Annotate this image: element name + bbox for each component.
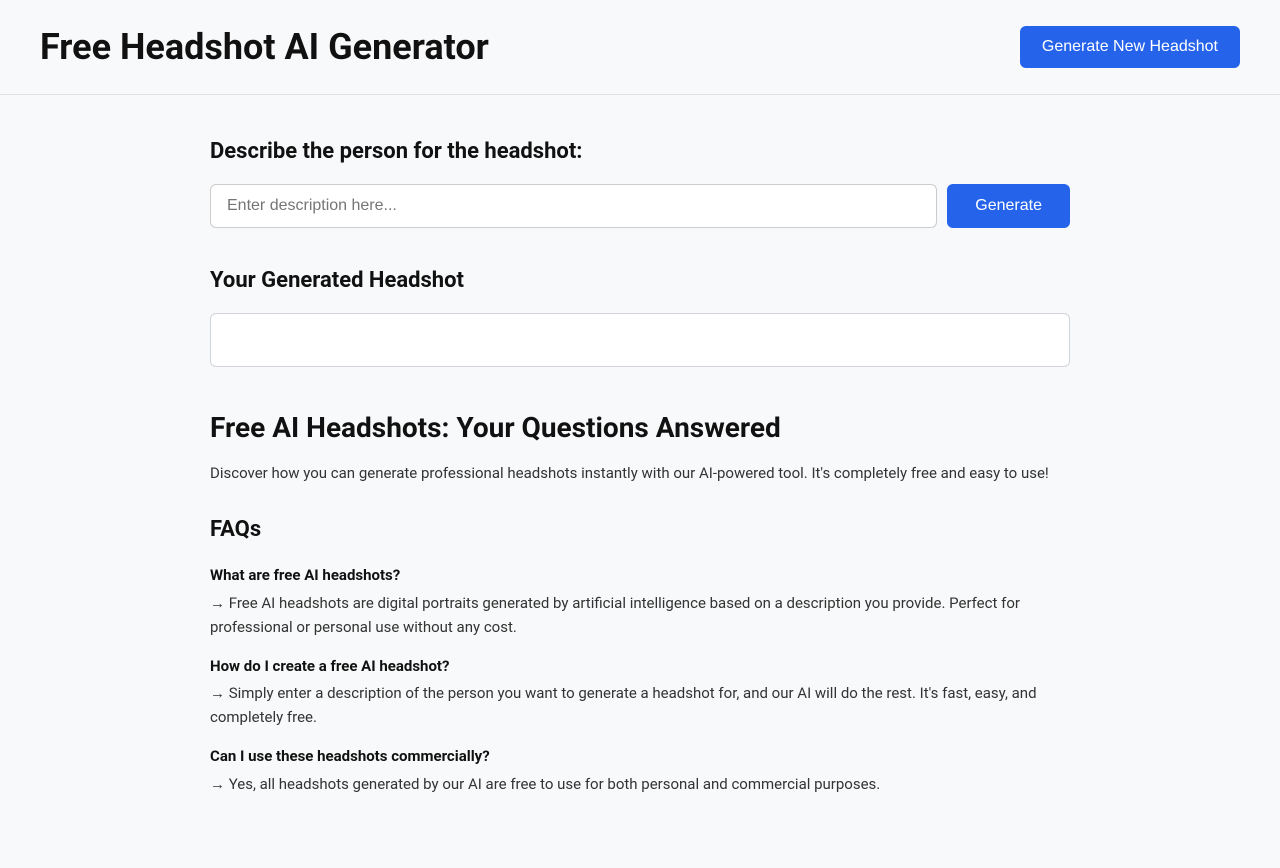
faq-answer: → Free AI headshots are digital portrait… [210, 591, 1070, 639]
headshot-placeholder [210, 313, 1070, 367]
describe-heading: Describe the person for the headshot: [210, 135, 1070, 168]
headshot-heading: Your Generated Headshot [210, 264, 1070, 297]
app-header: Free Headshot AI Generator Generate New … [0, 0, 1280, 95]
describe-section: Describe the person for the headshot: Ge… [210, 135, 1070, 228]
input-row: Generate [210, 184, 1070, 228]
faq-section: Free AI Headshots: Your Questions Answer… [210, 407, 1070, 796]
faq-question: Can I use these headshots commercially? [210, 745, 1070, 768]
faq-item: What are free AI headshots? → Free AI hea… [210, 564, 1070, 639]
faq-main-heading: Free AI Headshots: Your Questions Answer… [210, 407, 1070, 449]
faq-answer: → Yes, all headshots generated by our AI… [210, 772, 1070, 796]
generate-new-headshot-button[interactable]: Generate New Headshot [1020, 26, 1240, 68]
faq-question: What are free AI headshots? [210, 564, 1070, 587]
main-content: Describe the person for the headshot: Ge… [190, 95, 1090, 868]
app-title: Free Headshot AI Generator [40, 20, 489, 74]
faq-item: Can I use these headshots commercially? →… [210, 745, 1070, 796]
faq-description: Discover how you can generate profession… [210, 461, 1070, 485]
faq-item: How do I create a free AI headshot? → Sim… [210, 655, 1070, 730]
generate-button[interactable]: Generate [947, 184, 1070, 228]
faqs-heading: FAQs [210, 513, 1070, 546]
description-input[interactable] [210, 184, 937, 228]
faq-answer: → Simply enter a description of the pers… [210, 681, 1070, 729]
faq-question: How do I create a free AI headshot? [210, 655, 1070, 678]
faq-list: What are free AI headshots? → Free AI hea… [210, 564, 1070, 796]
headshot-section: Your Generated Headshot [210, 264, 1070, 367]
